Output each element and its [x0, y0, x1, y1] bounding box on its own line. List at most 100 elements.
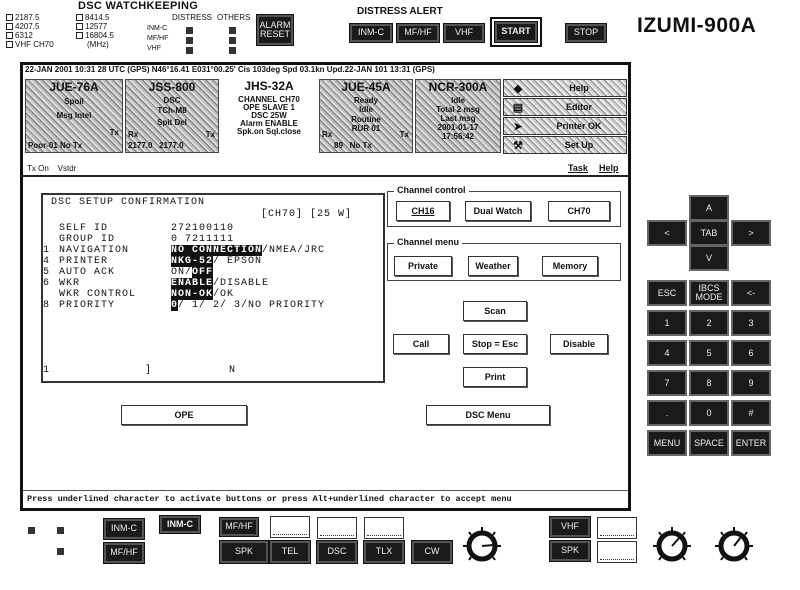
- setup-row-value[interactable]: ON/OFF: [171, 267, 214, 278]
- key-menu[interactable]: MENU: [647, 430, 687, 456]
- radio-pane-jue45a[interactable]: JUE-45A Ready Idle Routine RUR 01 Rx Tx …: [319, 79, 413, 153]
- setup-row-value[interactable]: 0/ 1/ 2/ 3/NO PRIORITY: [171, 300, 325, 311]
- call-button[interactable]: Call: [393, 334, 449, 354]
- vhf-volume-knob[interactable]: [652, 526, 692, 566]
- setup-row-value[interactable]: NON-OK/OK: [171, 289, 234, 300]
- key-space[interactable]: SPACE: [689, 430, 729, 456]
- key-backspace[interactable]: <-: [731, 280, 771, 306]
- key-8[interactable]: 8: [689, 370, 729, 396]
- frequency-item[interactable]: 12577: [76, 22, 114, 31]
- distress-mfhf-button[interactable]: MF/HF: [396, 23, 440, 43]
- key-3[interactable]: 3: [731, 310, 771, 336]
- radio-pane-ncr300a[interactable]: NCR-300A Idle Total 2 msg Last msg 2001-…: [415, 79, 501, 153]
- squelch-knob[interactable]: [714, 526, 754, 566]
- signal-meter: [364, 517, 404, 539]
- key-9[interactable]: 9: [731, 370, 771, 396]
- radio-pane-jhs32a[interactable]: JHS-32A CHANNEL CH70 OPE SLAVE 1 DSC 25W…: [221, 79, 317, 153]
- ch16-button[interactable]: CH16: [396, 201, 450, 221]
- radio-pane-jue76a[interactable]: JUE-76A Spoil Msg Intel Tx Poor-01 No Tx: [25, 79, 123, 153]
- frequency-unit: (MHz): [87, 40, 109, 49]
- printer-side-button[interactable]: ➤ Printer OK: [503, 117, 627, 135]
- checkbox[interactable]: [76, 32, 83, 39]
- selected-option: NKG-52: [171, 256, 214, 267]
- distress-led: [186, 47, 193, 54]
- weather-button[interactable]: Weather: [468, 256, 518, 276]
- signal-meter: [317, 517, 357, 539]
- selected-option: 0: [171, 300, 179, 311]
- frequency-item[interactable]: 6312: [6, 31, 54, 40]
- setup-row-value[interactable]: NKG-52/ EPSON: [171, 256, 262, 267]
- key-esc[interactable]: ESC: [647, 280, 687, 306]
- print-button[interactable]: Print: [463, 367, 527, 387]
- checkbox[interactable]: [6, 14, 13, 21]
- key-dot[interactable]: .: [647, 400, 687, 426]
- disable-button[interactable]: Disable: [550, 334, 608, 354]
- private-button[interactable]: Private: [394, 256, 452, 276]
- setup-row-value[interactable]: ENABLE/DISABLE: [171, 278, 269, 289]
- frequency-item[interactable]: VHF CH70: [6, 40, 54, 49]
- ope-button[interactable]: OPE: [121, 405, 247, 425]
- setup-row-value[interactable]: 0 7211111: [171, 234, 234, 245]
- status-led: [28, 527, 35, 534]
- editor-side-button[interactable]: ▤ Editor: [503, 98, 627, 116]
- stop-button[interactable]: STOP: [565, 23, 607, 43]
- key-down[interactable]: V: [689, 245, 729, 271]
- dsc-button[interactable]: DSC: [316, 540, 358, 564]
- selected-option: OFF: [192, 267, 214, 278]
- scan-button[interactable]: Scan: [463, 301, 527, 321]
- others-led: [229, 37, 236, 44]
- key-up[interactable]: A: [689, 195, 729, 221]
- cw-button[interactable]: CW: [411, 540, 453, 564]
- distress-header: DISTRESS: [172, 13, 213, 22]
- distress-inmc-button[interactable]: INM-C: [349, 23, 393, 43]
- vhf-spk-button[interactable]: SPK: [549, 540, 591, 562]
- main-window: 22-JAN 2001 10:31 28 UTC (GPS) N46°16.41…: [20, 62, 631, 511]
- start-button[interactable]: START: [494, 21, 538, 43]
- key-enter[interactable]: ENTER: [731, 430, 771, 456]
- frequency-item[interactable]: 4207.5: [6, 22, 54, 31]
- key-hash[interactable]: #: [731, 400, 771, 426]
- distress-vhf-button[interactable]: VHF: [443, 23, 485, 43]
- frequency-item[interactable]: 2187.5: [6, 13, 54, 22]
- memory-button[interactable]: Memory: [542, 256, 598, 276]
- key-0[interactable]: 0: [689, 400, 729, 426]
- setup-row-value[interactable]: 272100110: [171, 223, 234, 234]
- inmc-indicator: INM-C: [159, 515, 201, 534]
- checkbox[interactable]: [6, 23, 13, 30]
- spk-button[interactable]: SPK: [219, 540, 269, 564]
- key-6[interactable]: 6: [731, 340, 771, 366]
- checkbox[interactable]: [76, 14, 83, 21]
- key-4[interactable]: 4: [647, 340, 687, 366]
- frequency-item[interactable]: 8414.5: [76, 13, 114, 22]
- key-1[interactable]: 1: [647, 310, 687, 336]
- key-left[interactable]: <: [647, 220, 687, 246]
- key-7[interactable]: 7: [647, 370, 687, 396]
- setup-side-button[interactable]: ⚒ Set Up: [503, 136, 627, 154]
- selected-option: NO CONNECTION: [171, 245, 263, 256]
- dsc-menu-button[interactable]: DSC Menu: [426, 405, 550, 425]
- dual-watch-button[interactable]: Dual Watch: [465, 201, 531, 221]
- tel-button[interactable]: TEL: [269, 540, 311, 564]
- key-right[interactable]: >: [731, 220, 771, 246]
- setup-row-value[interactable]: NO CONNECTION/NMEA/JRC: [171, 245, 325, 256]
- stop-esc-button[interactable]: Stop = Esc: [463, 334, 527, 354]
- volume-knob[interactable]: [462, 526, 502, 566]
- checkbox[interactable]: [6, 41, 13, 48]
- menu-task[interactable]: Task: [568, 163, 588, 173]
- key-tab[interactable]: TAB: [689, 220, 729, 246]
- radio-pane-jss800[interactable]: JSS-800 DSC TCh-M8 Spit Del Rx Tx 2177.0…: [125, 79, 219, 153]
- tlx-button[interactable]: TLX: [363, 540, 405, 564]
- checkbox[interactable]: [6, 32, 13, 39]
- inmc-select-button[interactable]: INM-C: [103, 518, 145, 540]
- checkbox[interactable]: [76, 23, 83, 30]
- key-2[interactable]: 2: [689, 310, 729, 336]
- key-ibcs-mode[interactable]: IBCS MODE: [689, 280, 729, 306]
- menu-help[interactable]: Help: [599, 163, 619, 173]
- key-5[interactable]: 5: [689, 340, 729, 366]
- mfhf-select-button[interactable]: MF/HF: [103, 542, 145, 564]
- start-button-frame[interactable]: START: [490, 17, 542, 47]
- help-side-button[interactable]: ◆ Help: [503, 79, 627, 97]
- ch70-button[interactable]: CH70: [548, 201, 610, 221]
- frequency-item[interactable]: 16804.5: [76, 31, 114, 40]
- alarm-reset-button[interactable]: ALARM RESET: [256, 14, 294, 46]
